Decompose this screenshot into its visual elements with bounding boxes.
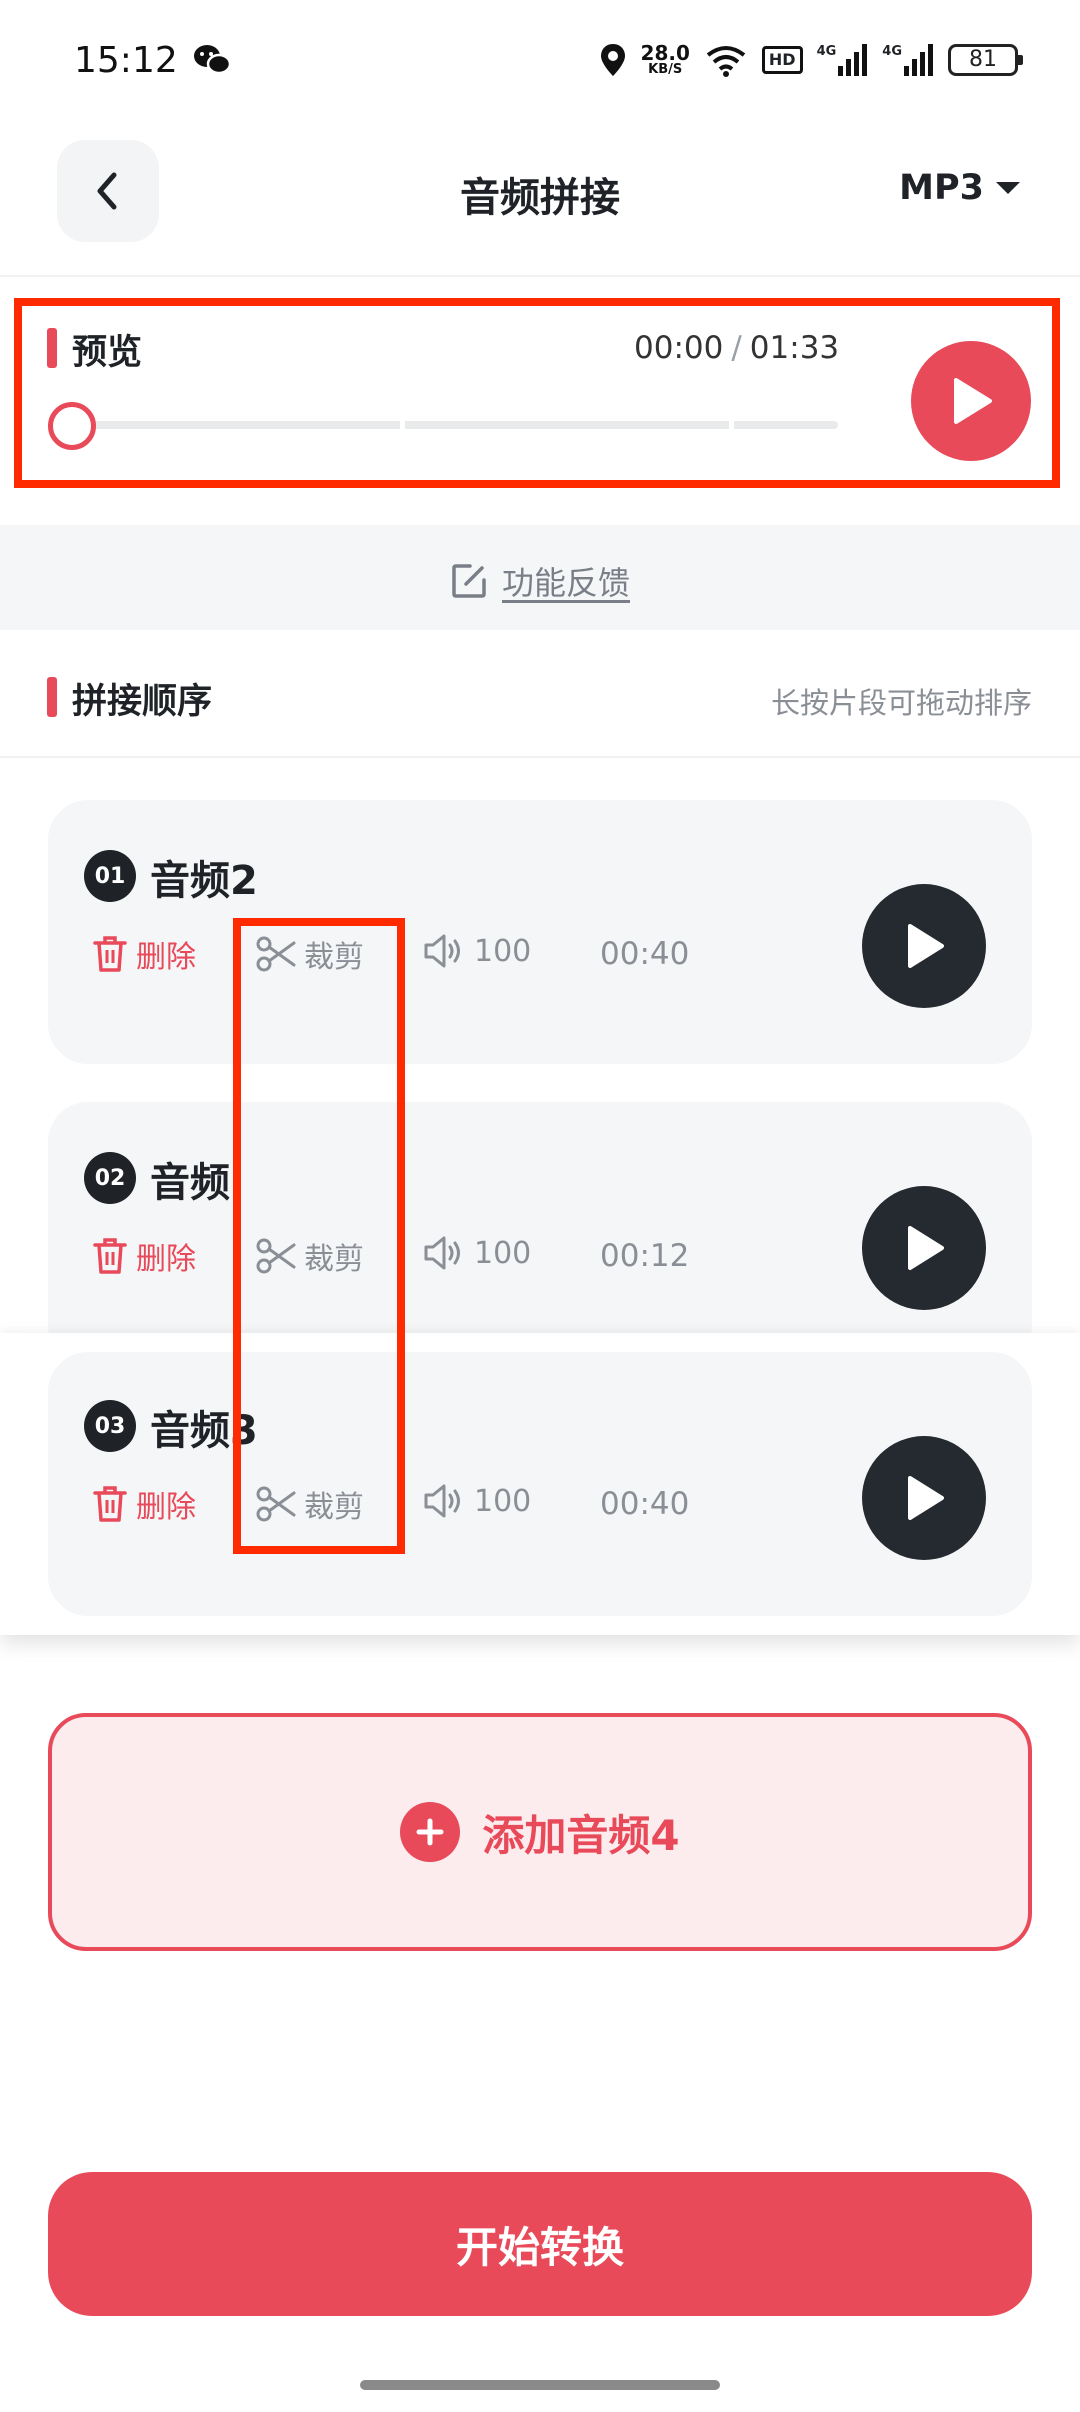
speaker-icon [424,1484,460,1518]
clip-number-badge: 02 [84,1152,136,1204]
highlight-frame-preview [14,298,1060,488]
net-speed: 28.0 KB/S [640,41,690,77]
feedback-link[interactable]: 功能反馈 [450,558,630,604]
signal-4g-1: 4G [817,44,869,76]
clip-number-badge: 01 [84,850,136,902]
play-icon [908,1476,944,1520]
clip-play-button[interactable] [862,1186,986,1310]
speaker-icon [424,1236,460,1270]
signal-bars-icon [904,44,933,76]
wechat-icon [194,45,232,75]
trash-icon [93,1238,127,1274]
play-icon [908,1226,944,1270]
volume-button[interactable]: 100 [422,1234,531,1272]
delete-button[interactable]: 删除 [92,1482,196,1526]
volume-button[interactable]: 100 [422,1482,531,1520]
highlight-frame-trim [233,918,405,1554]
delete-label: 删除 [136,940,196,975]
plus-icon [400,1802,461,1862]
format-value: MP3 [899,168,984,208]
wifi-icon [706,46,746,77]
caret-down-icon [996,182,1020,194]
battery-indicator: 81 [948,44,1023,76]
signal-bars-icon [838,44,868,76]
trash-icon [93,1486,127,1522]
divider [0,756,1080,758]
add-audio-button[interactable]: 添加音频4 [48,1713,1032,1951]
location-icon [600,44,625,76]
signal-4g-2: 4G [882,44,934,76]
home-indicator[interactable] [360,2380,720,2390]
delete-label: 删除 [136,1490,196,1525]
clip-number-badge: 03 [84,1400,136,1452]
clip-play-button[interactable] [862,1436,986,1560]
edit-icon [452,564,486,598]
order-label: 拼接顺序 [72,682,213,722]
trash-icon [93,936,127,972]
section-marker [47,677,57,717]
status-time: 15:12 [74,40,178,81]
clip-duration: 00:40 [600,1486,690,1522]
clip-duration: 00:40 [600,936,690,972]
clip-name: 音频2 [150,858,258,904]
format-dropdown[interactable]: MP3 [899,168,1020,208]
volume-value: 100 [474,933,532,969]
feedback-label: 功能反馈 [502,564,631,602]
hd-badge: HD [761,46,803,74]
status-icons: 28.0 KB/S HD 4G 4G 81 [599,36,1023,84]
delete-button[interactable]: 删除 [92,932,196,976]
speaker-icon [424,934,460,968]
start-convert-button[interactable]: 开始转换 [48,2172,1032,2316]
clip-duration: 00:12 [600,1238,690,1274]
order-hint: 长按片段可拖动排序 [770,686,1032,720]
clip-play-button[interactable] [862,884,986,1008]
volume-value: 100 [474,1483,532,1519]
add-audio-label: 添加音频4 [482,1810,680,1860]
divider [0,275,1080,277]
delete-button[interactable]: 删除 [92,1234,196,1278]
volume-value: 100 [474,1235,532,1271]
delete-label: 删除 [136,1242,196,1277]
volume-button[interactable]: 100 [422,932,531,970]
play-icon [908,924,944,968]
clip-name: 音频 [150,1160,230,1206]
